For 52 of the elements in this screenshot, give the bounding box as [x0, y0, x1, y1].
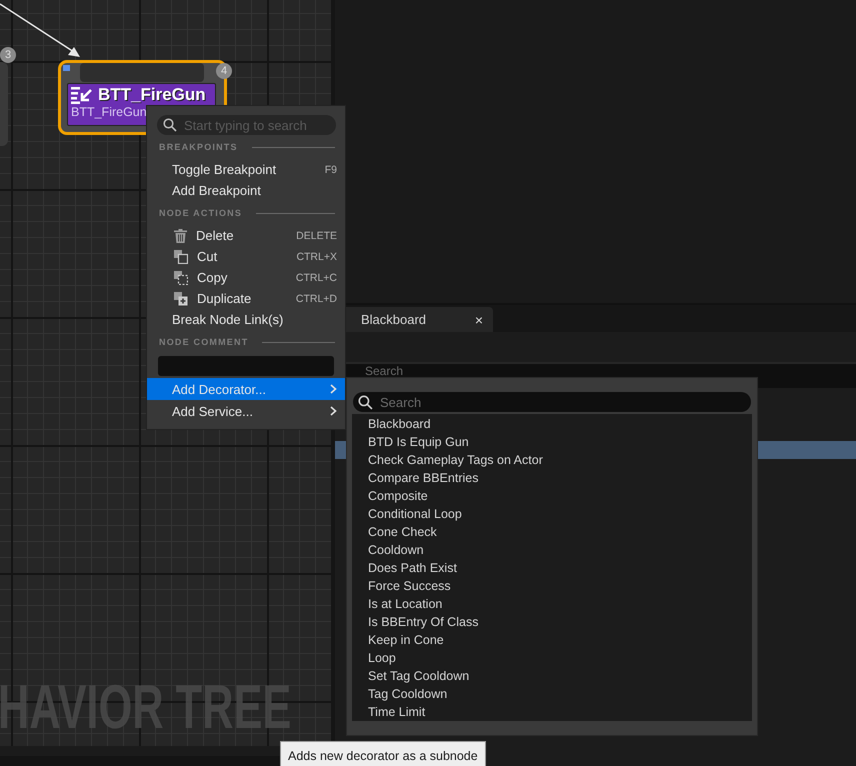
close-button[interactable]: ×	[474, 312, 483, 328]
trash-icon	[174, 228, 187, 242]
task-icon	[71, 86, 93, 104]
overlapping-squares-icon	[174, 250, 188, 264]
comment-field[interactable]	[158, 356, 334, 376]
menu-item[interactable]: Copy CTRL+C	[147, 267, 345, 288]
breakpoint-marker-icon	[63, 65, 70, 71]
menu-item[interactable]: Cut CTRL+X	[147, 246, 345, 267]
list-item[interactable]: Blackboard	[352, 415, 752, 433]
shortcut-label: CTRL+D	[296, 292, 337, 304]
list-item[interactable]: Is at Location	[352, 595, 752, 613]
node-title: BTT_FireGun	[98, 85, 206, 105]
section-heading: BREAKPOINTS	[159, 142, 238, 152]
list-item[interactable]: Check Gameplay Tags on Actor	[352, 451, 752, 469]
search-icon	[163, 118, 177, 132]
list-item[interactable]: Does Path Exist	[352, 559, 752, 577]
list-item[interactable]: Keep in Cone	[352, 631, 752, 649]
list-item[interactable]: Conditional Loop	[352, 505, 752, 523]
list-item[interactable]: Cooldown	[352, 541, 752, 559]
list-item[interactable]: Loop	[352, 649, 752, 667]
section-heading: NODE ACTIONS	[159, 208, 242, 218]
list-item[interactable]: Cone Check	[352, 523, 752, 541]
list-item[interactable]: Tag Cooldown	[352, 685, 752, 703]
list-item[interactable]: Force Success	[352, 577, 752, 595]
menu-item[interactable]: Duplicate CTRL+D	[147, 288, 345, 309]
copy-icon	[174, 270, 188, 284]
search-field[interactable]: Search	[353, 392, 751, 412]
tooltip: Adds new decorator as a subnode	[280, 741, 486, 766]
node-subtitle: BTT_FireGun	[71, 105, 148, 119]
shortcut-label: F9	[324, 164, 337, 176]
chevron-right-icon	[330, 384, 337, 394]
menu-item[interactable]: Toggle Breakpoint F9	[147, 159, 345, 180]
tab-label: Blackboard	[361, 312, 426, 327]
shortcut-label: CTRL+X	[296, 250, 337, 262]
shortcut-label: DELETE	[296, 230, 337, 242]
list-item[interactable]: BTD Is Equip Gun	[352, 433, 752, 451]
submenu-item[interactable]: Add Decorator...	[147, 378, 345, 400]
search-icon	[358, 394, 373, 410]
duplicate-icon	[174, 292, 188, 306]
list-item[interactable]: Time Limit	[352, 703, 752, 721]
list-item[interactable]: Compare BBEntries	[352, 469, 752, 487]
node-index-badge: 3	[0, 47, 16, 63]
menu-item[interactable]: Delete DELETE	[147, 225, 345, 246]
list-item[interactable]: Composite	[352, 487, 752, 505]
menu-item[interactable]: Add Breakpoint	[147, 180, 345, 201]
node-index-badge: 4	[216, 63, 232, 79]
submenu-item[interactable]: Add Service...	[147, 400, 345, 422]
list-item[interactable]: Is BBEntry Of Class	[352, 613, 752, 631]
section-heading: NODE COMMENT	[159, 337, 248, 347]
shortcut-label: CTRL+C	[296, 272, 337, 284]
list-item[interactable]: Set Tag Cooldown	[352, 667, 752, 685]
chevron-right-icon	[330, 406, 337, 416]
